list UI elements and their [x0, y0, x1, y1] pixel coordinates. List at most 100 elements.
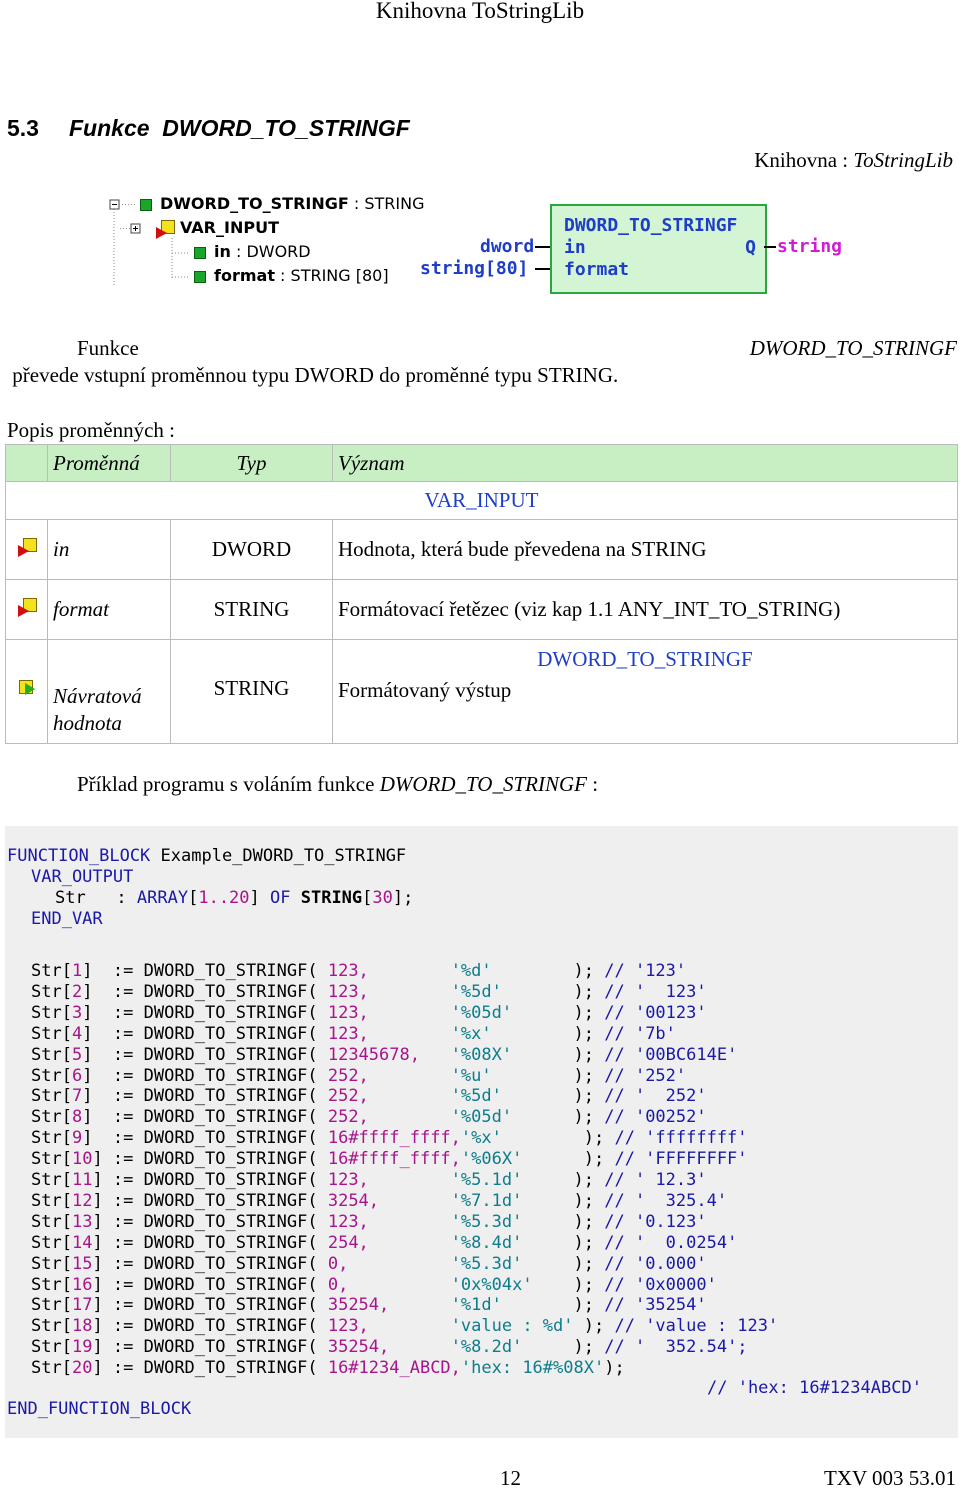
format-string: '%05d' — [450, 1107, 513, 1128]
block-out-pin: Q — [745, 237, 756, 258]
code-text: Str[ — [31, 981, 72, 1002]
keyword: END_VAR — [31, 909, 103, 929]
code-text: Str[ — [31, 1337, 72, 1358]
number: 252, — [327, 1107, 369, 1128]
tree-item-format-name: format — [214, 266, 275, 285]
format-string: '%u' — [450, 1065, 492, 1086]
number: 1 — [71, 961, 83, 981]
code-line: Str[5] := DWORD_TO_STRINGF( 12345678, '%… — [31, 1045, 737, 1065]
number: 3254, — [327, 1190, 380, 1211]
code-line: Str[18] := DWORD_TO_STRINGF( 123, 'value… — [31, 1316, 778, 1336]
number: 123, — [327, 1316, 369, 1337]
format-string: '%5d' — [450, 981, 502, 1002]
code-text: ] := DWORD_TO_STRINGF( — [92, 1170, 328, 1190]
code-line: Str[15] := DWORD_TO_STRINGF( 0, '%5.3d' … — [31, 1254, 707, 1274]
number: 30 — [372, 888, 393, 908]
code-text: ); — [573, 1170, 605, 1190]
number: 12 — [71, 1190, 93, 1211]
code-line: Str[17] := DWORD_TO_STRINGF( 35254, '%1d… — [31, 1295, 707, 1315]
section-title: Funkce DWORD_TO_STRINGF — [69, 115, 410, 141]
code-text: ); — [583, 1128, 615, 1149]
tree-item-in-type: : DWORD — [230, 242, 311, 261]
keyword: VAR_OUTPUT — [31, 867, 134, 887]
code-text: ] := DWORD_TO_STRINGF( — [82, 1065, 328, 1086]
code-line: FUNCTION_BLOCK Example_DWORD_TO_STRINGF — [7, 846, 406, 866]
out-type-label: string — [777, 236, 843, 257]
section-row-input: VAR_INPUT — [5, 481, 958, 520]
code-text: ] := DWORD_TO_STRINGF( — [92, 1274, 328, 1295]
code-punct: ] — [249, 888, 271, 908]
code-line: Str[9] := DWORD_TO_STRINGF( 16#ffff_ffff… — [31, 1128, 748, 1148]
tree-item-in: in : DWORD — [214, 242, 311, 261]
number: 0, — [327, 1253, 349, 1274]
code-text: Str[ — [31, 1107, 72, 1128]
example-intro: Příklad programu s voláním funkce DWORD_… — [77, 771, 957, 798]
code-text: ); — [573, 961, 605, 981]
format-string: '%1d' — [450, 1295, 502, 1316]
number: 19 — [71, 1337, 93, 1358]
var-type: STRING — [170, 639, 333, 744]
section-number: 5.3 — [7, 115, 39, 141]
tree-root: DWORD_TO_STRINGF : STRING — [160, 194, 425, 213]
comment: // '00252' — [604, 1107, 707, 1128]
code-text: ); — [604, 1358, 625, 1379]
code-text: ); — [573, 1023, 605, 1044]
code-text: ] := DWORD_TO_STRINGF( — [82, 1128, 328, 1149]
doc-number: TXV 003 53.01 — [823, 1466, 956, 1490]
example-text-2: : — [586, 772, 599, 796]
code-line: Str[20] := DWORD_TO_STRINGF( 16#1234_ABC… — [31, 1358, 625, 1378]
declaration-tree: DWORD_TO_STRINGF : STRING VAR_INPUT in :… — [108, 190, 448, 290]
section-heading: 5.3 Funkce DWORD_TO_STRINGF — [7, 115, 410, 142]
code-punct: [ — [188, 888, 199, 908]
code-text: ); — [573, 1044, 605, 1065]
code-text: Str[ — [31, 1023, 72, 1044]
format-string: '%5.3d' — [450, 1253, 523, 1274]
code-text: ] := DWORD_TO_STRINGF( — [82, 1002, 328, 1023]
code-text: ); — [583, 1316, 615, 1337]
description: Funkce DWORD_TO_STRINGF převede vstupní … — [7, 335, 957, 389]
number: 17 — [71, 1295, 93, 1316]
var-desc: Formátovaný výstup — [338, 678, 512, 702]
var-desc: Formátovací řetězec (viz kap 1.1 ANY_INT… — [332, 579, 958, 640]
code-text: ); — [573, 1107, 605, 1128]
format-string: '%06X' — [460, 1149, 523, 1170]
code-line: Str[6] := DWORD_TO_STRINGF( 252, '%u' );… — [31, 1066, 686, 1086]
code-punct: [ — [362, 888, 373, 908]
output-var-icon — [18, 680, 36, 698]
code-text: ); — [573, 1274, 605, 1295]
code-text: ] := DWORD_TO_STRINGF( — [92, 1358, 328, 1379]
code-text: Str[ — [31, 1044, 72, 1065]
code-line: Str[13] := DWORD_TO_STRINGF( 123, '%5.3d… — [31, 1212, 707, 1232]
code-text: Str[ — [31, 1274, 72, 1295]
number: 123, — [327, 1170, 369, 1190]
comment: // '00BC614E' — [604, 1044, 738, 1065]
format-type-label: string[80] — [420, 258, 529, 279]
description-text-1: Funkce — [77, 336, 750, 360]
example-func: DWORD_TO_STRINGF — [379, 772, 587, 796]
comment: // '252' — [604, 1065, 687, 1086]
var-type: STRING — [170, 579, 333, 640]
block-in-pin: in — [564, 237, 586, 258]
code-punct: ]; — [392, 888, 414, 908]
format-string: 'value : %d' — [450, 1316, 574, 1337]
code-line: END_VAR — [31, 909, 103, 929]
